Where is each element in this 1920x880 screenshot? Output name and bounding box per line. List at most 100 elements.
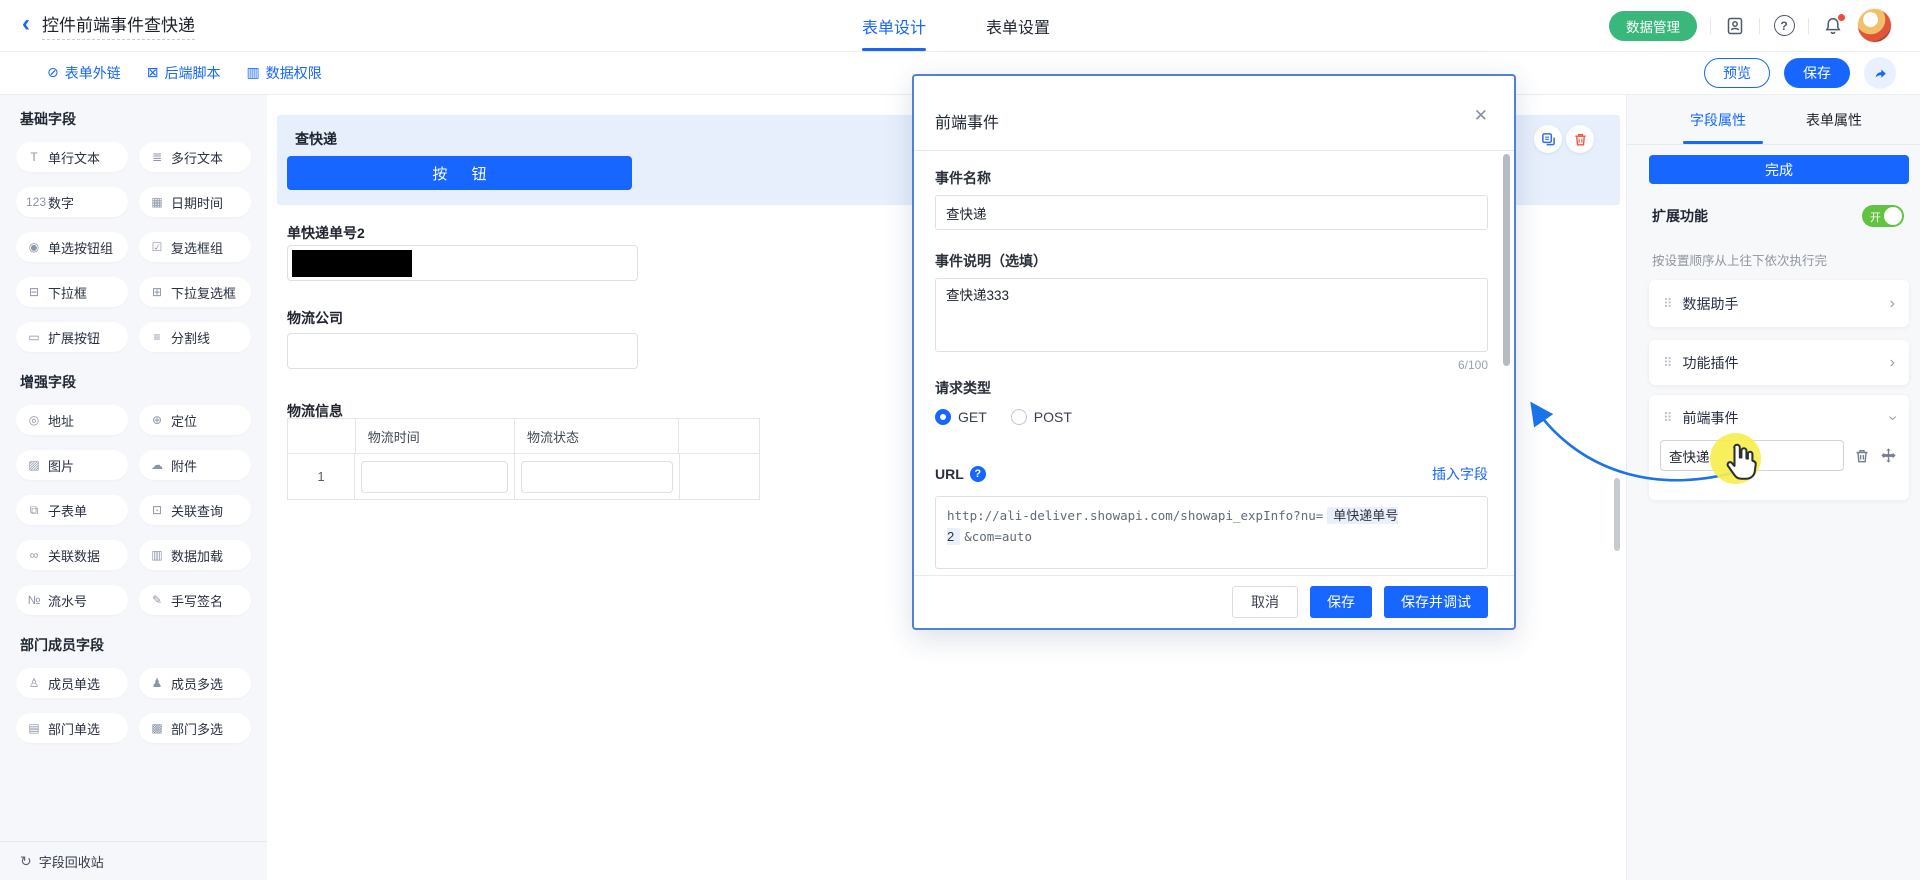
field-type-item[interactable]: T 单行文本 bbox=[16, 142, 128, 172]
field-label-logistics-company: 物流公司 bbox=[287, 308, 343, 328]
extension-toggle[interactable]: 开 bbox=[1862, 205, 1904, 227]
trash-icon bbox=[1573, 132, 1588, 147]
field-type-icon: 123 bbox=[26, 195, 42, 209]
copy-icon bbox=[1541, 132, 1556, 147]
field-type-item[interactable]: ⊞ 下拉复选框 bbox=[139, 277, 251, 307]
field-type-item[interactable]: ▥ 数据加载 bbox=[139, 540, 251, 570]
back-icon[interactable]: ‹ bbox=[22, 12, 30, 36]
field-type-item[interactable]: ≣ 多行文本 bbox=[139, 142, 251, 172]
delete-event-icon[interactable] bbox=[1854, 448, 1870, 464]
cancel-button[interactable]: 取消 bbox=[1232, 586, 1298, 618]
drag-handle-icon[interactable]: ⠿ bbox=[1663, 355, 1673, 371]
tab-form-settings[interactable]: 表单设置 bbox=[986, 0, 1050, 51]
modal-event-name-input[interactable] bbox=[935, 195, 1488, 230]
event-desc-textarea[interactable]: 查快递333 bbox=[935, 278, 1488, 352]
field-type-item[interactable]: ▩ 部门多选 bbox=[139, 713, 251, 743]
request-type-label: 请求类型 bbox=[935, 380, 1488, 396]
card-data-assistant[interactable]: ⠿ 数据助手 › bbox=[1649, 280, 1909, 327]
tab-form-design[interactable]: 表单设计 bbox=[862, 0, 926, 51]
notification-bell-icon[interactable] bbox=[1822, 15, 1844, 37]
move-event-icon[interactable] bbox=[1880, 447, 1897, 464]
divider bbox=[1759, 18, 1760, 34]
field-type-icon: № bbox=[26, 593, 42, 607]
save-and-debug-button[interactable]: 保存并调试 bbox=[1384, 586, 1488, 618]
field-type-item[interactable]: ▤ 部门单选 bbox=[16, 713, 128, 743]
insert-field-link[interactable]: 插入字段 bbox=[1432, 464, 1488, 484]
field-type-icon: ☁ bbox=[149, 458, 165, 472]
field-input-logistics-company[interactable] bbox=[287, 333, 638, 369]
modal-save-button[interactable]: 保存 bbox=[1310, 586, 1372, 618]
field-type-label: 日期时间 bbox=[171, 193, 223, 212]
card-function-plugin[interactable]: ⠿ 功能插件 › bbox=[1649, 340, 1909, 385]
field-type-item[interactable]: ≡ 分割线 bbox=[139, 322, 251, 352]
preview-button[interactable]: 预览 bbox=[1704, 58, 1770, 88]
url-input[interactable]: http://ali-deliver.showapi.com/showapi_e… bbox=[935, 496, 1488, 569]
tab-field-properties[interactable]: 字段属性 bbox=[1690, 95, 1746, 144]
canvas-scrollbar[interactable] bbox=[1614, 478, 1620, 551]
field-type-icon: ∞ bbox=[26, 548, 42, 562]
toolbar-links: ⊘ 表单外链 ⊠ 后端脚本 ▥ 数据权限 bbox=[47, 63, 322, 83]
form-title[interactable]: 控件前端事件查快递 bbox=[42, 11, 195, 40]
field-type-icon: ⊟ bbox=[26, 285, 42, 299]
radio-post[interactable]: POST bbox=[1011, 409, 1072, 425]
field-type-label: 定位 bbox=[171, 411, 197, 430]
field-type-item[interactable]: ♙ 成员单选 bbox=[16, 668, 128, 698]
field-type-item[interactable]: № 流水号 bbox=[16, 585, 128, 615]
toggle-on-text: 开 bbox=[1870, 209, 1881, 225]
tab-form-properties[interactable]: 表单属性 bbox=[1806, 95, 1862, 144]
modal-scrollbar[interactable] bbox=[1503, 154, 1510, 366]
field-type-item[interactable]: ▨ 图片 bbox=[16, 450, 128, 480]
chevron-right-icon[interactable]: › bbox=[1890, 354, 1895, 372]
express-query-button[interactable]: 按 钮 bbox=[287, 156, 632, 190]
field-type-label: 单选按钮组 bbox=[48, 238, 113, 257]
event-name-input[interactable] bbox=[1660, 440, 1844, 471]
divider bbox=[1808, 18, 1809, 34]
cell-input-logistics-time[interactable] bbox=[361, 461, 508, 493]
chevron-right-icon[interactable]: › bbox=[1890, 295, 1895, 313]
field-type-item[interactable]: ♟ 成员多选 bbox=[139, 668, 251, 698]
field-type-item[interactable]: ∞ 关联数据 bbox=[16, 540, 128, 570]
field-type-item[interactable]: ⊡ 关联查询 bbox=[139, 495, 251, 525]
field-type-item[interactable]: ✎ 手写签名 bbox=[139, 585, 251, 615]
chevron-down-icon[interactable]: › bbox=[1883, 415, 1901, 420]
field-type-item[interactable]: ☁ 附件 bbox=[139, 450, 251, 480]
close-icon[interactable]: ✕ bbox=[1474, 106, 1488, 126]
field-type-item[interactable]: ⧉ 子表单 bbox=[16, 495, 128, 525]
column-header-logistics-status: 物流状态 bbox=[515, 419, 679, 453]
field-type-item[interactable]: ⊟ 下拉框 bbox=[16, 277, 128, 307]
radio-get[interactable]: GET bbox=[935, 409, 987, 425]
field-type-icon: ⊡ bbox=[149, 503, 165, 517]
field-type-item[interactable]: 123 数字 bbox=[16, 187, 128, 217]
done-button[interactable]: 完成 bbox=[1649, 155, 1909, 184]
url-help-icon[interactable]: ? bbox=[970, 466, 986, 482]
field-type-label: 复选框组 bbox=[171, 238, 223, 257]
radio-selected-icon bbox=[935, 409, 951, 425]
header-tabs: 表单设计 表单设置 bbox=[862, 0, 1050, 51]
field-type-item[interactable]: ◎ 地址 bbox=[16, 405, 128, 435]
field-type-icon: ▭ bbox=[26, 330, 42, 344]
toolbar-link-label: 表单外链 bbox=[65, 63, 121, 83]
field-recycle-bin[interactable]: ↻ 字段回收站 bbox=[0, 841, 267, 880]
toolbar-link[interactable]: ⊠ 后端脚本 bbox=[147, 63, 221, 83]
drag-handle-icon[interactable]: ⠿ bbox=[1663, 410, 1673, 426]
user-avatar[interactable] bbox=[1857, 8, 1892, 43]
share-button[interactable] bbox=[1864, 57, 1896, 89]
cell-input-logistics-status[interactable] bbox=[521, 461, 673, 493]
copy-widget-button[interactable] bbox=[1534, 125, 1562, 153]
field-type-item[interactable]: ◉ 单选按钮组 bbox=[16, 232, 128, 262]
toolbar-link[interactable]: ⊘ 表单外链 bbox=[47, 63, 121, 83]
field-type-item[interactable]: ⊕ 定位 bbox=[139, 405, 251, 435]
delete-widget-button[interactable] bbox=[1566, 125, 1594, 153]
card-frontend-event[interactable]: ⠿ 前端事件 › bbox=[1649, 395, 1909, 500]
field-type-item[interactable]: ☑ 复选框组 bbox=[139, 232, 251, 262]
toolbar-link[interactable]: ▥ 数据权限 bbox=[246, 63, 321, 83]
field-type-icon: ⧉ bbox=[26, 503, 42, 518]
help-icon[interactable]: ? bbox=[1773, 15, 1795, 37]
field-type-label: 手写签名 bbox=[171, 591, 223, 610]
data-manage-button[interactable]: 数据管理 bbox=[1609, 11, 1697, 41]
drag-handle-icon[interactable]: ⠿ bbox=[1663, 296, 1673, 312]
contacts-book-icon[interactable] bbox=[1724, 15, 1746, 37]
field-type-item[interactable]: ▭ 扩展按钮 bbox=[16, 322, 128, 352]
save-button[interactable]: 保存 bbox=[1784, 58, 1850, 88]
field-type-item[interactable]: ▦ 日期时间 bbox=[139, 187, 251, 217]
